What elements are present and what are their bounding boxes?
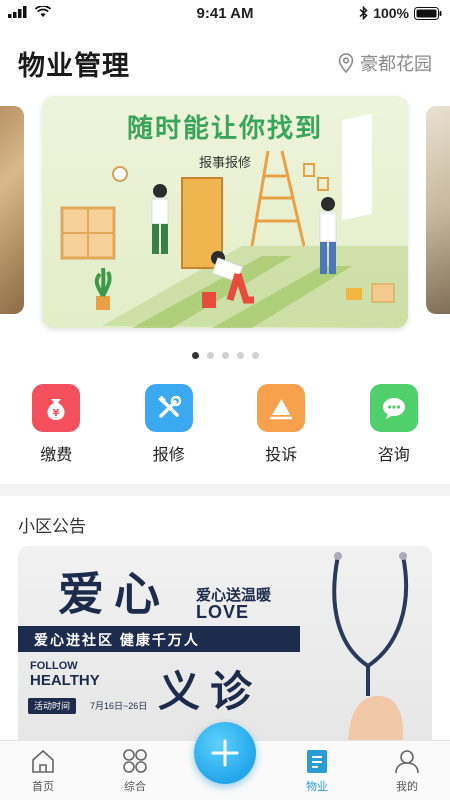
carousel-dot[interactable] bbox=[221, 352, 229, 359]
location-selector[interactable]: 豪都花园 bbox=[338, 50, 432, 76]
header: 物业管理 豪都花园 bbox=[0, 38, 450, 88]
chat-bubble-icon bbox=[369, 384, 418, 432]
tab-label: 首页 bbox=[32, 781, 54, 793]
carousel-dot[interactable] bbox=[206, 352, 214, 359]
section-divider bbox=[0, 484, 450, 496]
poster-tagline-en: LOVE bbox=[196, 602, 250, 622]
stethoscope-image bbox=[332, 552, 408, 746]
notice-card[interactable]: 爱心 爱心送温暖 LOVE 爱心进社区 健康千万人 FOLLOW HEALTHY… bbox=[18, 546, 432, 746]
tab-property[interactable]: 物业 bbox=[282, 747, 352, 794]
poster-headline-top: 爱心 bbox=[58, 568, 170, 620]
document-icon bbox=[307, 750, 327, 773]
profile-icon bbox=[395, 750, 419, 774]
carousel-indicator bbox=[0, 352, 450, 359]
tab-general[interactable]: 综合 bbox=[100, 747, 170, 794]
tab-label: 我的 bbox=[396, 781, 418, 793]
tab-mine[interactable]: 我的 bbox=[372, 747, 442, 794]
tab-label: 综合 bbox=[124, 781, 146, 793]
page-title: 物业管理 bbox=[18, 51, 130, 81]
battery-group: 100% bbox=[359, 5, 442, 21]
repair-illustration bbox=[60, 113, 408, 328]
tab-home[interactable]: 首页 bbox=[8, 747, 78, 794]
location-pin-icon bbox=[338, 53, 354, 73]
banner-slide-prev[interactable] bbox=[0, 106, 24, 314]
quick-action-consult[interactable]: 咨询 bbox=[338, 384, 450, 465]
tab-label: 物业 bbox=[306, 781, 328, 793]
carousel-dot[interactable] bbox=[191, 352, 199, 359]
poster-band-text: 爱心进社区 健康千万人 bbox=[34, 632, 200, 648]
quick-action-label: 报修 bbox=[152, 447, 185, 464]
location-label: 豪都花园 bbox=[360, 54, 432, 74]
payment-bag-icon: ¥ bbox=[32, 384, 81, 432]
battery-percent: 100% bbox=[373, 5, 409, 21]
home-icon bbox=[32, 749, 54, 773]
quick-action-payment[interactable]: ¥ 缴费 bbox=[0, 384, 113, 465]
poster-date-label: 活动时间 bbox=[28, 698, 77, 714]
poster-date-range: 7月16日~26日 bbox=[90, 701, 148, 711]
banner-carousel[interactable]: 随时能让你找到 报事报修 bbox=[0, 94, 450, 334]
carousel-dot[interactable] bbox=[251, 352, 259, 359]
quick-action-complaint[interactable]: 投诉 bbox=[225, 384, 338, 465]
svg-text:¥: ¥ bbox=[53, 408, 60, 419]
grid-icon bbox=[123, 749, 147, 773]
quick-action-repair[interactable]: 报修 bbox=[113, 384, 226, 465]
banner-slide-next[interactable] bbox=[426, 106, 450, 314]
add-button[interactable] bbox=[194, 722, 256, 784]
notice-section-title: 小区公告 bbox=[18, 517, 86, 536]
repair-tools-icon bbox=[144, 384, 193, 432]
poster-band: 爱心进社区 健康千万人 bbox=[18, 626, 300, 652]
banner-slide-current[interactable]: 随时能让你找到 报事报修 bbox=[42, 96, 408, 328]
battery-icon bbox=[414, 6, 442, 20]
quick-action-label: 投诉 bbox=[265, 447, 298, 464]
complaint-icon bbox=[257, 384, 306, 432]
poster-follow: FOLLOW bbox=[30, 660, 78, 672]
bluetooth-icon bbox=[359, 6, 368, 20]
quick-actions: ¥ 缴费 报修 投诉 咨询 bbox=[0, 384, 450, 465]
carousel-dot[interactable] bbox=[236, 352, 244, 359]
quick-action-label: 缴费 bbox=[40, 447, 73, 464]
plus-icon bbox=[211, 739, 239, 767]
quick-action-label: 咨询 bbox=[377, 447, 410, 464]
poster-healthy: HEALTHY bbox=[30, 672, 100, 689]
poster-headline-bottom: 义诊 bbox=[158, 668, 263, 715]
status-bar: 9:41 AM 100% bbox=[0, 0, 450, 28]
